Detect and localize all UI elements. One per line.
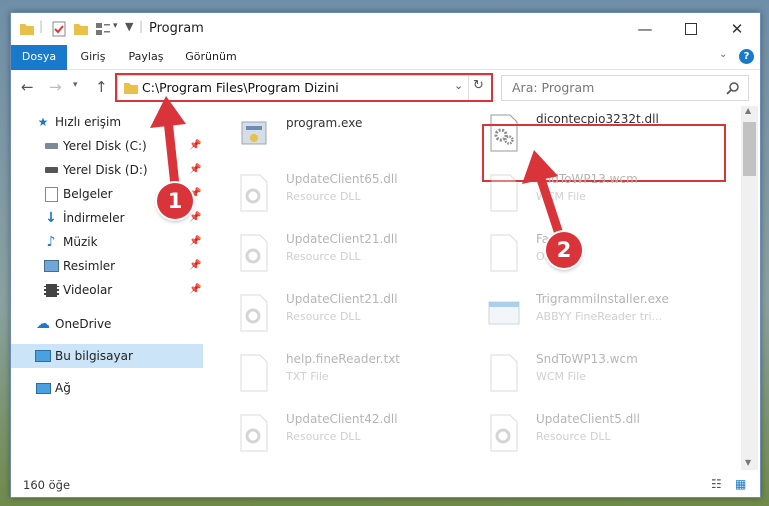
arrow-1-icon xyxy=(150,96,186,200)
step-badge-1: 1 xyxy=(157,183,193,219)
annotation-overlay xyxy=(150,96,568,251)
step-badge-2: 2 xyxy=(546,232,582,268)
arrow-2-icon xyxy=(522,150,568,251)
